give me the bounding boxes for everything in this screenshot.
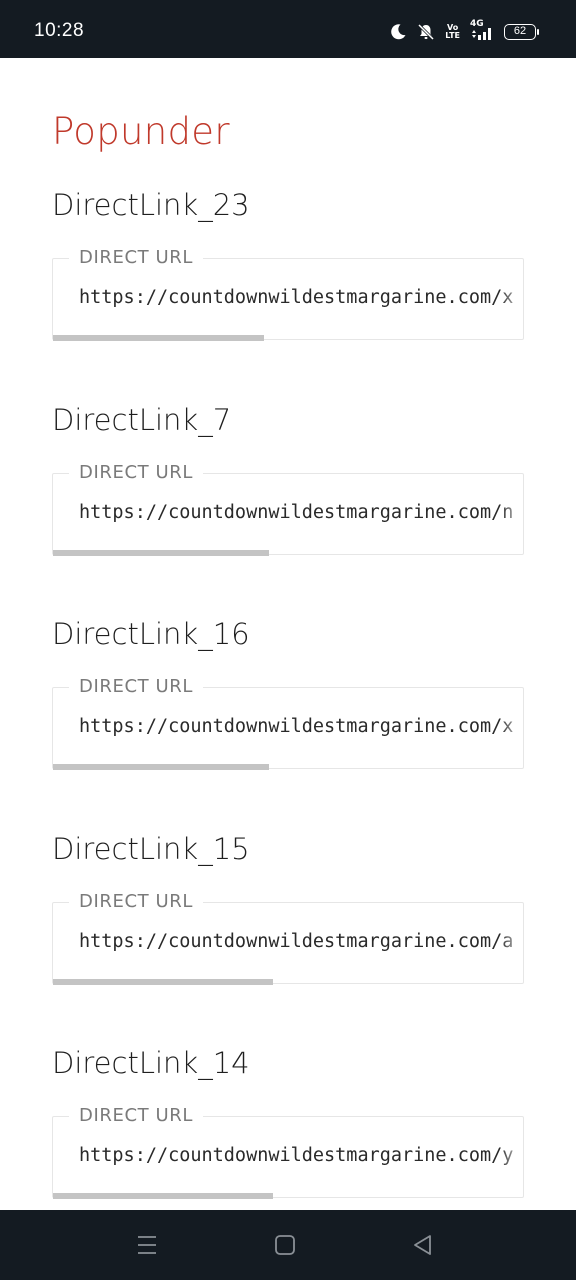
url-overflow-fade — [500, 1137, 522, 1173]
direct-url-value[interactable]: https://countdownwildestmargarine.com/y — [79, 1145, 513, 1166]
direct-url-value[interactable]: https://countdownwildestmargarine.com/a — [79, 931, 513, 952]
home-icon[interactable] — [272, 1232, 298, 1258]
status-icons: Vo LTE 4G 62 — [389, 19, 539, 44]
direct-url-field[interactable]: DIRECT URL https://countdownwildestmargar… — [52, 247, 524, 341]
moon-icon — [389, 23, 407, 41]
status-bar: 10:28 Vo LTE 4G 62 — [0, 0, 576, 58]
direct-link-name: DirectLink_14 — [52, 1046, 250, 1080]
volte-bottom-label: LTE — [445, 31, 460, 40]
url-scroll-area[interactable]: https://countdownwildestmargarine.com/n — [53, 474, 522, 552]
horizontal-scrollbar[interactable] — [53, 550, 269, 556]
direct-link-name: DirectLink_15 — [52, 832, 250, 866]
volte-icon: Vo LTE — [445, 24, 460, 40]
direct-url-field[interactable]: DIRECT URL https://countdownwildestmargar… — [52, 676, 524, 770]
content-area[interactable]: Popunder DirectLink_23 DIRECT URL https://… — [0, 58, 576, 1210]
navigation-bar — [0, 1210, 576, 1280]
signal-4g-icon: 4G — [470, 19, 494, 42]
url-overflow-fade — [500, 923, 522, 959]
horizontal-scrollbar[interactable] — [53, 1193, 273, 1199]
direct-url-value[interactable]: https://countdownwildestmargarine.com/x — [79, 716, 513, 737]
direct-url-value[interactable]: https://countdownwildestmargarine.com/x — [79, 287, 513, 308]
direct-link-name: DirectLink_16 — [52, 617, 250, 651]
url-overflow-fade — [500, 494, 522, 530]
url-overflow-fade — [500, 279, 522, 315]
bell-muted-icon — [417, 23, 435, 41]
network-type-label: 4G — [470, 19, 484, 29]
url-scroll-area[interactable]: https://countdownwildestmargarine.com/y — [53, 1117, 522, 1195]
battery-level: 62 — [513, 25, 527, 37]
direct-url-field[interactable]: DIRECT URL https://countdownwildestmargar… — [52, 462, 524, 556]
menu-icon[interactable] — [134, 1232, 160, 1258]
direct-url-value[interactable]: https://countdownwildestmargarine.com/n — [79, 502, 513, 523]
horizontal-scrollbar[interactable] — [53, 335, 264, 341]
url-scroll-area[interactable]: https://countdownwildestmargarine.com/x — [53, 259, 522, 337]
direct-url-field[interactable]: DIRECT URL https://countdownwildestmargar… — [52, 1105, 524, 1199]
url-scroll-area[interactable]: https://countdownwildestmargarine.com/x — [53, 688, 522, 766]
battery-icon: 62 — [504, 24, 539, 40]
horizontal-scrollbar[interactable] — [53, 764, 269, 770]
status-time: 10:28 — [34, 20, 85, 41]
direct-url-field[interactable]: DIRECT URL https://countdownwildestmargar… — [52, 891, 524, 985]
direct-link-name: DirectLink_23 — [52, 188, 250, 222]
url-overflow-fade — [500, 708, 522, 744]
direct-link-name: DirectLink_7 — [52, 403, 232, 437]
horizontal-scrollbar[interactable] — [53, 979, 273, 985]
back-icon[interactable] — [410, 1232, 436, 1258]
url-scroll-area[interactable]: https://countdownwildestmargarine.com/a — [53, 903, 522, 981]
section-title: Popunder — [52, 110, 230, 153]
